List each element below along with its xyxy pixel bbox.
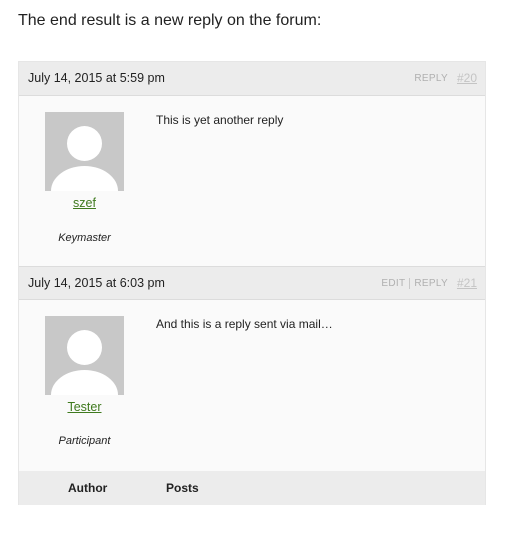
reply-body: Tester Participant And this is a reply s… — [19, 300, 485, 471]
author-role: Keymaster — [58, 232, 111, 244]
avatar-head-shape — [67, 330, 102, 365]
action-separator — [409, 277, 411, 289]
reply-link[interactable]: REPLY — [414, 73, 448, 84]
reply-body: szef Keymaster This is yet another reply — [19, 96, 485, 266]
reply-content: This is yet another reply — [156, 113, 284, 127]
avatar[interactable] — [45, 316, 124, 395]
footer-posts-label: Posts — [166, 481, 199, 495]
replies-footer: Author Posts — [19, 471, 485, 505]
reply-date: July 14, 2015 at 6:03 pm — [28, 276, 165, 290]
intro-text: The end result is a new reply on the for… — [18, 12, 322, 29]
avatar-body-shape — [51, 370, 118, 395]
author-name-link[interactable]: szef — [45, 196, 124, 210]
reply-date: July 14, 2015 at 5:59 pm — [28, 71, 165, 85]
avatar[interactable] — [45, 112, 124, 191]
edit-link[interactable]: EDIT — [381, 278, 405, 289]
forum-replies-list: July 14, 2015 at 5:59 pm REPLY #20 szef … — [18, 61, 486, 505]
reply-link[interactable]: REPLY — [414, 278, 448, 289]
reply-content: And this is a reply sent via mail… — [156, 317, 333, 331]
reply-header: July 14, 2015 at 6:03 pm EDIT REPLY #21 — [19, 266, 485, 300]
reply-admin-links: EDIT REPLY #21 — [381, 276, 477, 290]
author-name-link[interactable]: Tester — [45, 400, 124, 414]
author-role: Participant — [58, 435, 111, 447]
reply-admin-links: REPLY #20 — [414, 71, 477, 85]
reply-permalink[interactable]: #21 — [457, 276, 477, 290]
footer-author-label: Author — [68, 481, 108, 495]
reply-permalink[interactable]: #20 — [457, 71, 477, 85]
avatar-body-shape — [51, 166, 118, 191]
avatar-head-shape — [67, 126, 102, 161]
reply-header: July 14, 2015 at 5:59 pm REPLY #20 — [19, 62, 485, 96]
